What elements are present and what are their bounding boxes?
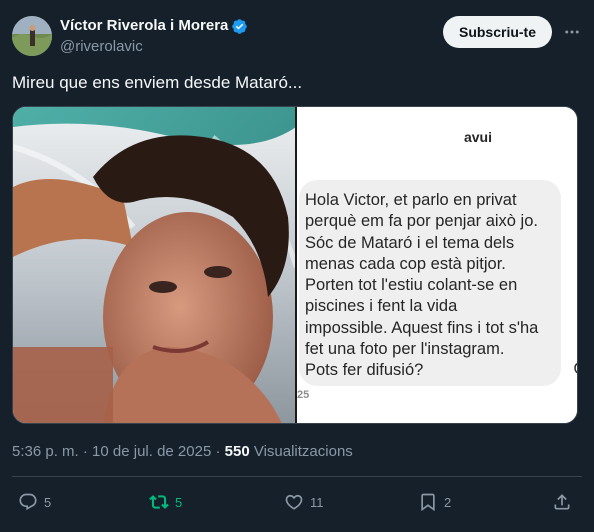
reply-count: 5 — [44, 494, 52, 510]
tweet-text: Mireu que ens enviem desde Mataró... — [12, 73, 303, 92]
repost-count: 5 — [175, 494, 183, 510]
heart-icon — [285, 494, 303, 510]
bookmark-button[interactable]: 2 — [418, 492, 451, 512]
like-button[interactable]: 11 — [284, 492, 324, 512]
tweet-meta: 5:36 p. m. · 10 de jul. de 2025 · 550 Vi… — [12, 442, 353, 462]
like-count: 11 — [310, 494, 324, 510]
reply-icon — [19, 493, 37, 511]
chat-date-header: avui — [463, 129, 492, 145]
reply-button[interactable]: 5 — [18, 492, 51, 512]
bookmark-icon — [421, 493, 435, 512]
heart-outline-icon — [574, 363, 577, 374]
repost-button[interactable]: 5 — [149, 492, 182, 512]
bookmark-count: 2 — [444, 494, 452, 510]
share-button[interactable] — [552, 492, 578, 512]
divider — [12, 476, 582, 477]
avatar[interactable] — [12, 16, 52, 56]
chat-message-bubble: Hola Victor, et parlo en privat perquè e… — [299, 180, 561, 386]
chat-screenshot[interactable]: avui Hola Victor, et parlo en privat per… — [297, 107, 577, 423]
author-info: Víctor Riverola i Morera @riverolavic — [60, 16, 248, 57]
views-label: Visualitzacions — [249, 443, 353, 460]
person-photo[interactable] — [13, 107, 296, 423]
repost-icon — [149, 495, 169, 509]
share-icon — [554, 494, 570, 510]
views-count: 550 — [224, 443, 250, 460]
more-icon[interactable] — [562, 22, 582, 42]
subscribe-button[interactable]: Subscriu-te — [442, 16, 552, 48]
tweet-actions: 5 5 11 2 — [12, 488, 582, 522]
author-display-name[interactable]: Víctor Riverola i Morera — [60, 16, 228, 36]
tweet-timestamp[interactable]: 5:36 p. m. · 10 de jul. de 2025 · — [12, 443, 225, 460]
author-handle[interactable]: @riverolavic — [60, 37, 248, 57]
tweet-header: Víctor Riverola i Morera @riverolavic Su… — [12, 14, 582, 58]
chat-message-time: 25 — [297, 389, 310, 401]
tweet-media[interactable]: avui Hola Victor, et parlo en privat per… — [12, 106, 578, 424]
verified-badge-icon — [232, 18, 248, 34]
